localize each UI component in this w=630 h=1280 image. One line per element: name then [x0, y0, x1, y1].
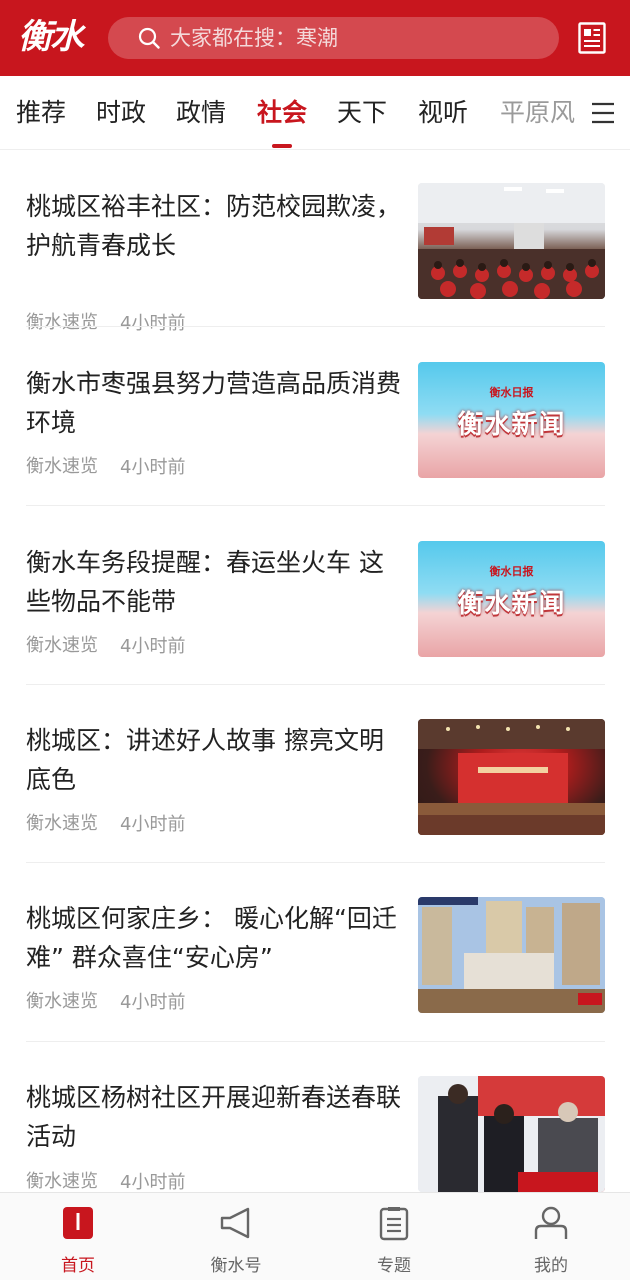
megaphone-icon	[220, 1207, 250, 1239]
tab-world[interactable]: 天下	[337, 76, 387, 150]
tab-pingyuanfeng[interactable]: 平原风	[500, 76, 580, 150]
article-item[interactable]: 衡水市枣强县努力营造高品质消费环境 衡水速览 4小时前 衡水日报 衡水新闻	[0, 362, 630, 540]
newspaper-icon[interactable]	[578, 22, 606, 54]
thumbnail-badge: 衡水日报	[489, 565, 534, 578]
tab-recommend[interactable]: 推荐	[16, 76, 66, 150]
article-thumbnail	[418, 183, 605, 299]
list-divider	[26, 326, 605, 327]
article-time: 4小时前	[120, 636, 186, 657]
article-item[interactable]: 桃城区裕丰社区：防范校园欺凌，护航青春成长 衡水速览 4小时前	[0, 183, 630, 361]
search-placeholder: 大家都在搜：寒潮	[170, 26, 338, 50]
tab-politics[interactable]: 时政	[96, 76, 146, 150]
classroom-photo	[418, 183, 605, 299]
list-divider	[26, 862, 605, 863]
article-thumbnail: 衡水日报 衡水新闻	[418, 541, 605, 657]
article-source: 衡水速览	[26, 312, 98, 333]
article-thumbnail	[418, 1076, 605, 1192]
article-item[interactable]: 桃城区何家庄乡： 暖心化解“回迁难” 群众喜住“安心房” 衡水速览 4小时前	[0, 897, 630, 1076]
article-time: 4小时前	[120, 814, 186, 835]
article-source: 衡水速览	[26, 635, 98, 656]
event-photo	[418, 1076, 605, 1192]
article-time: 4小时前	[120, 992, 186, 1013]
tab-society[interactable]: 社会	[257, 76, 307, 150]
tab-government[interactable]: 政情	[176, 76, 226, 150]
article-title: 衡水车务段提醒：春运坐火车 这些物品不能带	[26, 548, 384, 616]
article-thumbnail	[418, 719, 605, 835]
search-icon	[138, 27, 160, 49]
list-divider	[26, 684, 605, 685]
article-title: 桃城区裕丰社区：防范校园欺凌，护航青春成长	[26, 192, 402, 260]
nav-label: 专题	[377, 1256, 411, 1276]
list-divider	[26, 505, 605, 506]
thumbnail-title: 衡水新闻	[457, 410, 566, 440]
nav-mine[interactable]: 我的	[491, 1193, 611, 1280]
home-icon	[63, 1207, 93, 1239]
thumbnail-title: 衡水新闻	[457, 589, 566, 619]
article-title: 衡水市枣强县努力营造高品质消费环境	[26, 369, 402, 437]
article-source: 衡水速览	[26, 991, 98, 1012]
article-title: 桃城区何家庄乡： 暖心化解“回迁难” 群众喜住“安心房”	[26, 904, 397, 972]
article-time: 4小时前	[120, 457, 186, 478]
nav-label: 首页	[61, 1256, 95, 1276]
nav-hengshui-account[interactable]: 衡水号	[176, 1193, 296, 1280]
article-item[interactable]: 桃城区：讲述好人故事 擦亮文明底色 衡水速览 4小时前	[0, 719, 630, 898]
article-title: 桃城区：讲述好人故事 擦亮文明底色	[26, 726, 384, 794]
nav-home[interactable]: 首页	[18, 1193, 138, 1280]
search-bar[interactable]: 大家都在搜：寒潮	[108, 17, 559, 59]
app-logo[interactable]: 衡水	[18, 14, 92, 60]
article-title: 桃城区杨树社区开展迎新春送春联活动	[26, 1083, 402, 1151]
bottom-navigation: 首页 衡水号 专题 我的	[0, 1192, 630, 1280]
article-source: 衡水速览	[26, 813, 98, 834]
article-item[interactable]: 衡水车务段提醒：春运坐火车 这些物品不能带 衡水速览 4小时前 衡水日报 衡水新…	[0, 541, 630, 719]
list-divider	[26, 1041, 605, 1042]
tab-video[interactable]: 视听	[418, 76, 468, 150]
building-photo	[418, 897, 605, 1013]
article-time: 4小时前	[120, 1172, 186, 1192]
article-thumbnail: 衡水日报 衡水新闻	[418, 362, 605, 478]
article-time: 4小时前	[120, 313, 186, 334]
top-header: 衡水 大家都在搜：寒潮	[0, 0, 630, 76]
active-tab-indicator	[272, 144, 292, 148]
stage-photo	[418, 719, 605, 835]
article-list: 桃城区裕丰社区：防范校园欺凌，护航青春成长 衡水速览 4小时前 衡水市枣强县努力…	[0, 150, 630, 1192]
clipboard-icon	[379, 1207, 409, 1241]
nav-label: 我的	[534, 1256, 568, 1276]
menu-icon[interactable]	[592, 102, 614, 124]
thumbnail-badge: 衡水日报	[489, 386, 534, 399]
nav-label: 衡水号	[210, 1256, 262, 1276]
article-thumbnail	[418, 897, 605, 1013]
nav-topics[interactable]: 专题	[334, 1193, 454, 1280]
article-source: 衡水速览	[26, 456, 98, 477]
article-item[interactable]: 桃城区杨树社区开展迎新春送春联活动 衡水速览 4小时前	[0, 1076, 630, 1192]
article-source: 衡水速览	[26, 1171, 98, 1192]
user-icon	[534, 1206, 568, 1239]
channel-tabs: 推荐 时政 政情 社会 天下 视听 平原风	[0, 76, 630, 150]
